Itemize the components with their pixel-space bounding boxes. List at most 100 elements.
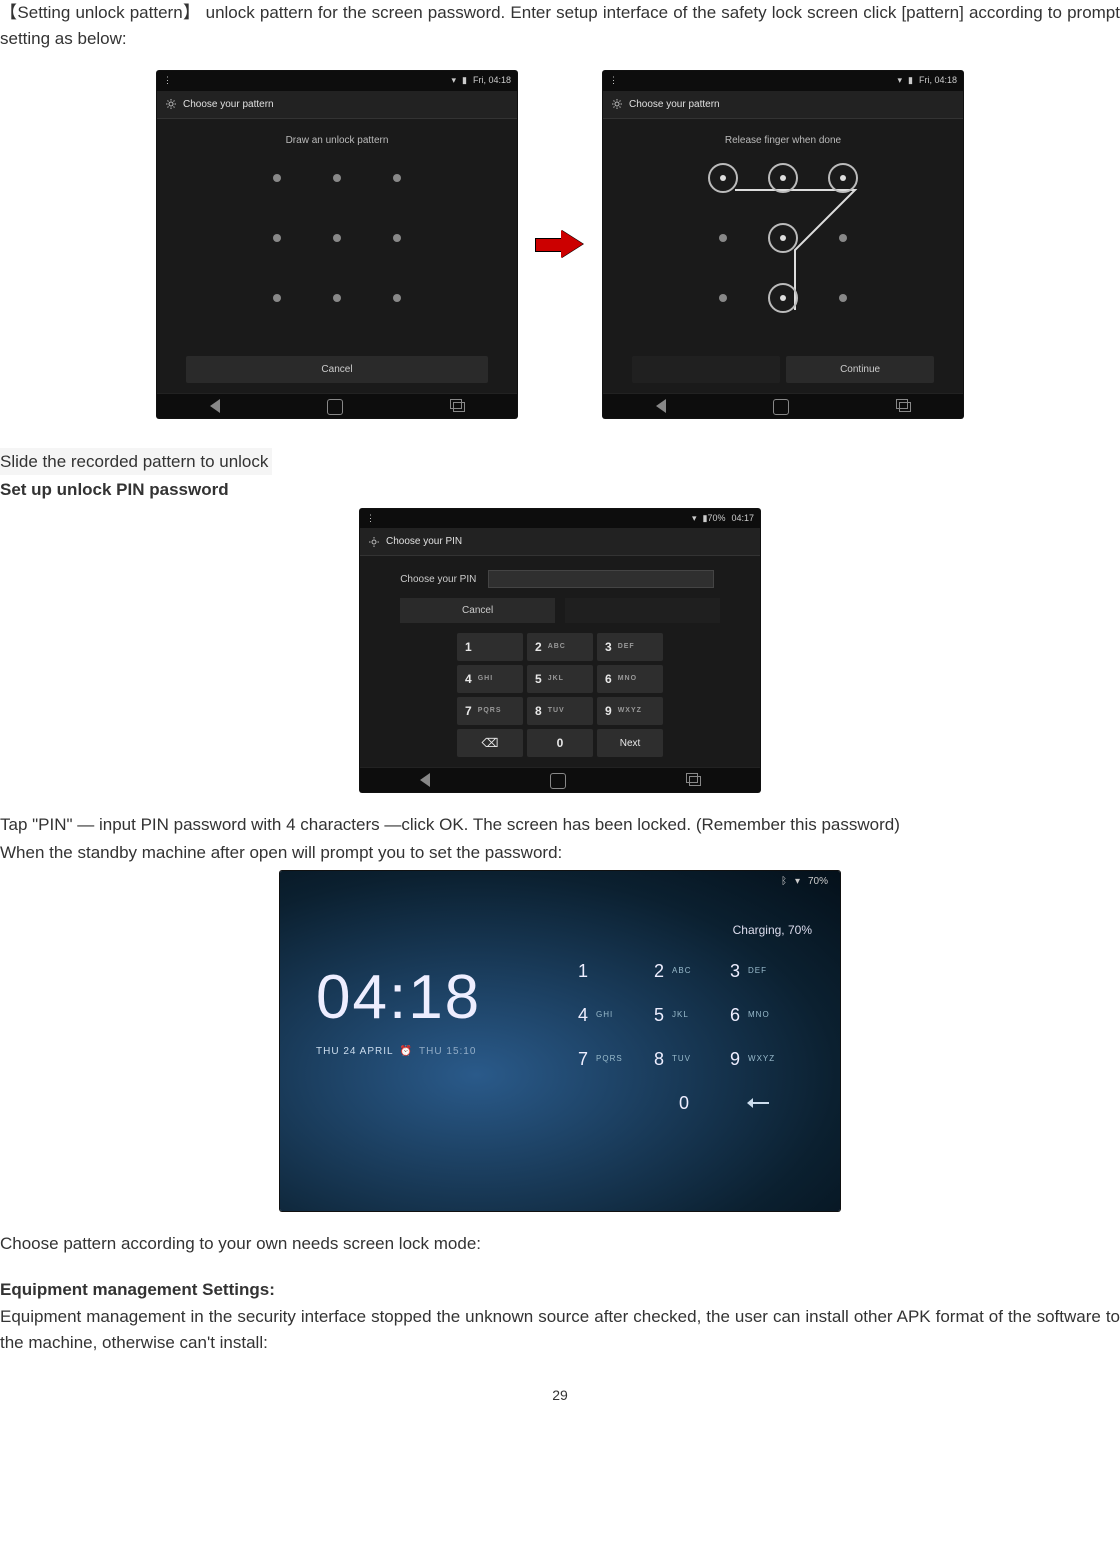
key-7[interactable]: 7PQRS <box>457 697 523 725</box>
key-4[interactable]: 4GHI <box>572 995 644 1035</box>
device-release-pattern: ⋮ ▾ ▮ Fri, 04:18 Choose your pattern Rel… <box>603 71 963 418</box>
nav-back-icon[interactable] <box>656 399 666 413</box>
key-back[interactable] <box>724 1083 796 1123</box>
battery-icon: ▮ <box>462 74 467 88</box>
device-lockscreen: ᛒ ▾ 70% 04:18 THU 24 APRIL ⏰ THU 15:10 C… <box>280 871 840 1211</box>
status-time: Fri, 04:18 <box>919 74 957 88</box>
key-3[interactable]: 3DEF <box>724 951 796 991</box>
nav-home-icon[interactable] <box>550 773 566 789</box>
gear-icon <box>368 536 380 548</box>
choose-para: Choose pattern according to your own nee… <box>0 1231 1120 1257</box>
wifi-icon: ▾ <box>692 512 697 526</box>
device-choose-pin: ⋮ ▾ ▮70% 04:17 Choose your PIN Choose yo… <box>360 509 760 793</box>
key-blank <box>572 1083 644 1123</box>
title-text: Choose your PIN <box>386 534 462 549</box>
pin-input[interactable] <box>488 570 714 588</box>
pin-para-2: When the standby machine after open will… <box>0 840 1120 866</box>
wifi-icon: ▾ <box>451 74 456 88</box>
title-bar: Choose your pattern <box>157 91 517 119</box>
nav-back-icon[interactable] <box>420 773 430 787</box>
lock-date-dup: THU 15:10 <box>419 1044 476 1059</box>
device-draw-pattern: ⋮ ▾ ▮ Fri, 04:18 Choose your pattern Dra… <box>157 71 517 418</box>
key-6[interactable]: 6MNO <box>597 665 663 693</box>
gear-icon <box>611 98 623 110</box>
battery-icon: ▮70% <box>703 512 726 526</box>
pattern-screenshots-row: ⋮ ▾ ▮ Fri, 04:18 Choose your pattern Dra… <box>0 71 1120 418</box>
nav-bar <box>360 767 760 792</box>
key-5[interactable]: 5JKL <box>527 665 593 693</box>
nav-recent-icon[interactable] <box>686 773 700 785</box>
slide-note: Slide the recorded pattern to unlock <box>0 448 1120 476</box>
key-3[interactable]: 3DEF <box>597 633 663 661</box>
draw-hint: Draw an unlock pattern <box>286 133 389 148</box>
battery-icon: ▮ <box>908 74 913 88</box>
pin-heading: Set up unlock PIN password <box>0 477 1120 503</box>
title-bar: Choose your pattern <box>603 91 963 119</box>
battery-text: 70% <box>808 874 828 889</box>
key-2[interactable]: 2ABC <box>527 633 593 661</box>
pattern-grid[interactable] <box>259 160 415 316</box>
key-9[interactable]: 9WXYZ <box>597 697 663 725</box>
intro-paragraph: 【Setting unlock pattern】 unlock pattern … <box>0 0 1120 51</box>
lock-keypad: 1 2ABC 3DEF 4GHI 5JKL 6MNO 7PQRS 8TUV 9W… <box>572 951 812 1123</box>
title-text: Choose your pattern <box>183 97 274 112</box>
wifi-icon: ▾ <box>897 74 902 88</box>
pin-para: Tap "PIN" — input PIN password with 4 ch… <box>0 812 1120 838</box>
status-bar: ᛒ ▾ 70% <box>775 871 834 892</box>
key-7[interactable]: 7PQRS <box>572 1039 644 1079</box>
key-8[interactable]: 8TUV <box>527 697 593 725</box>
key-2[interactable]: 2ABC <box>648 951 720 991</box>
arrow-icon <box>535 231 585 257</box>
key-0[interactable]: 0 <box>527 729 593 757</box>
status-time: Fri, 04:18 <box>473 74 511 88</box>
title-bar: Choose your PIN <box>360 528 760 556</box>
key-1[interactable]: 1 <box>572 951 644 991</box>
key-6[interactable]: 6MNO <box>724 995 796 1035</box>
key-del[interactable]: ⌫ <box>457 729 523 757</box>
key-8[interactable]: 8TUV <box>648 1039 720 1079</box>
nav-bar <box>603 393 963 418</box>
equip-heading: Equipment management Settings: <box>0 1277 1120 1303</box>
key-5[interactable]: 5JKL <box>648 995 720 1035</box>
nav-home-icon[interactable] <box>773 399 789 415</box>
cancel-button[interactable] <box>632 356 780 383</box>
key-1[interactable]: 1 <box>457 633 523 661</box>
wifi-icon: ▾ <box>795 874 800 889</box>
charging-text: Charging, 70% <box>572 921 812 939</box>
key-next[interactable]: Next <box>597 729 663 757</box>
key-0[interactable]: 0 <box>648 1083 720 1123</box>
nav-back-icon[interactable] <box>210 399 220 413</box>
lock-date: THU 24 APRIL <box>316 1044 394 1059</box>
gear-icon <box>165 98 177 110</box>
pattern-grid[interactable] <box>705 160 861 316</box>
status-left: ⋮ <box>609 74 618 88</box>
status-bar: ⋮ ▾ ▮70% 04:17 <box>360 509 760 529</box>
title-text: Choose your pattern <box>629 97 720 112</box>
back-arrow-icon <box>751 1102 769 1104</box>
release-hint: Release finger when done <box>725 133 841 148</box>
status-left: ⋮ <box>366 512 375 526</box>
nav-recent-icon[interactable] <box>450 399 464 411</box>
pin-label: Choose your PIN <box>400 572 476 587</box>
status-left: ⋮ <box>163 74 172 88</box>
status-bar: ⋮ ▾ ▮ Fri, 04:18 <box>157 71 517 91</box>
pin-keypad: 1 2ABC 3DEF 4GHI 5JKL 6MNO 7PQRS 8TUV 9W… <box>457 633 663 757</box>
nav-recent-icon[interactable] <box>896 399 910 411</box>
equip-para: Equipment management in the security int… <box>0 1304 1120 1355</box>
lock-time: 04:18 <box>316 951 481 1044</box>
intro-bracket: 【Setting unlock pattern】 <box>0 3 200 22</box>
cancel-button[interactable]: Cancel <box>400 598 555 623</box>
nav-home-icon[interactable] <box>327 399 343 415</box>
status-bar: ⋮ ▾ ▮ Fri, 04:18 <box>603 71 963 91</box>
continue-button[interactable]: Continue <box>786 356 934 383</box>
nav-bar <box>157 393 517 418</box>
alarm-icon: ⏰ <box>400 1044 413 1059</box>
page-number: 29 <box>0 1385 1120 1406</box>
key-4[interactable]: 4GHI <box>457 665 523 693</box>
continue-button[interactable] <box>565 598 720 623</box>
cancel-button[interactable]: Cancel <box>186 356 488 383</box>
lock-left: 04:18 THU 24 APRIL ⏰ THU 15:10 <box>316 951 481 1059</box>
status-time: 04:17 <box>731 512 754 526</box>
key-9[interactable]: 9WXYZ <box>724 1039 796 1079</box>
bt-icon: ᛒ <box>781 874 787 889</box>
